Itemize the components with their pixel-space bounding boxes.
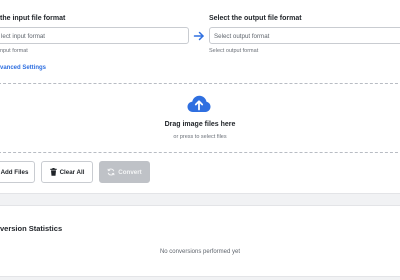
statistics-panel [0,205,400,277]
clear-all-label: Clear All [59,168,85,176]
dropzone-subtitle: or press to select files [173,134,227,140]
dropzone-title: Drag image files here [164,121,236,128]
convert-label: Convert [118,168,142,176]
file-dropzone[interactable] [0,83,400,153]
input-format-hint: nput format [0,48,28,54]
output-format-hint: Select output format [209,48,259,54]
input-format-label: the input file format [0,15,66,22]
add-files-button[interactable]: Add Files [0,161,35,183]
advanced-settings-link[interactable]: vanced Settings [0,65,46,71]
add-files-label: Add Files [0,168,29,176]
refresh-icon [107,168,115,176]
input-format-select[interactable]: lect input format [0,27,189,44]
statistics-empty-message: No conversions performed yet [159,249,241,255]
converter-panel: the input file format lect input format … [0,0,400,194]
output-format-label: Select the output file format [209,15,302,22]
clear-all-button[interactable]: Clear All [41,161,93,183]
cloud-upload-icon [187,95,211,112]
output-format-select[interactable]: Select output format [209,27,400,44]
convert-button[interactable]: Convert [99,161,150,183]
arrow-right-icon [193,31,204,41]
statistics-title: version Statistics [0,224,63,233]
trash-icon [49,168,57,176]
